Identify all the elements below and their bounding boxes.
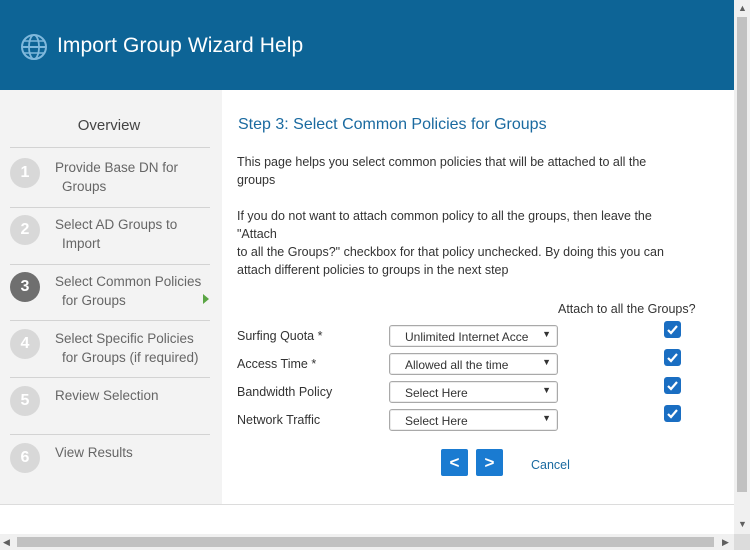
- attach-all-checkbox[interactable]: [664, 405, 681, 422]
- main-content: Step 3: Select Common Policies for Group…: [222, 90, 734, 504]
- policy-row-bandwidth-policy: Bandwidth Policy Select Here ▼: [237, 377, 707, 405]
- horizontal-scrollbar[interactable]: ◀ ▶: [0, 534, 734, 550]
- access-time-select[interactable]: Allowed all the time ▼: [389, 353, 558, 375]
- attach-all-checkbox[interactable]: [664, 321, 681, 338]
- previous-button[interactable]: <: [441, 449, 468, 476]
- policy-label: Surfing Quota *: [237, 329, 323, 343]
- policy-row-network-traffic: Network Traffic Select Here ▼: [237, 405, 707, 433]
- step-select-specific-policies[interactable]: 4 Select Specific Policies for Groups (i…: [10, 319, 210, 375]
- step-view-results[interactable]: 6 View Results: [10, 433, 210, 489]
- overview-link[interactable]: Overview: [0, 117, 218, 134]
- step-number-badge: 5: [10, 386, 40, 416]
- instructions-paragraph: If you do not want to attach common poli…: [237, 209, 664, 277]
- policy-row-surfing-quota: Surfing Quota * Unlimited Internet Acce …: [237, 321, 707, 349]
- dropdown-caret-icon: ▼: [542, 413, 551, 423]
- network-traffic-select[interactable]: Select Here ▼: [389, 409, 558, 431]
- step-number-badge: 1: [10, 158, 40, 188]
- step-review-selection[interactable]: 5 Review Selection: [10, 376, 210, 432]
- next-button[interactable]: >: [476, 449, 503, 476]
- policy-label: Network Traffic: [237, 413, 321, 427]
- scroll-right-arrow-icon[interactable]: ▶: [722, 537, 729, 548]
- step-provide-base-dn[interactable]: 1 Provide Base DN for Groups: [10, 148, 210, 204]
- attach-all-groups-header: Attach to all the Groups?: [558, 302, 696, 316]
- app-header: Import Group Wizard Help: [0, 0, 734, 90]
- scroll-down-arrow-icon[interactable]: ▼: [738, 519, 747, 529]
- step-heading: Step 3: Select Common Policies for Group…: [238, 116, 547, 133]
- step-label: View Results: [55, 445, 133, 460]
- step-select-common-policies[interactable]: 3 Select Common Policies for Groups: [10, 262, 210, 318]
- policy-row-access-time: Access Time * Allowed all the time ▼: [237, 349, 707, 377]
- step-label: Review Selection: [55, 388, 159, 403]
- vertical-scrollbar[interactable]: ▲ ▼: [734, 0, 750, 534]
- footer-divider: [0, 504, 734, 505]
- attach-all-checkbox[interactable]: [664, 349, 681, 366]
- page-title: Import Group Wizard Help: [57, 34, 304, 57]
- scrollbar-corner: [734, 534, 750, 550]
- step-label: Select Common Policies for Groups: [55, 274, 202, 308]
- active-step-arrow-icon: [203, 294, 209, 304]
- policy-label: Bandwidth Policy: [237, 385, 333, 399]
- vertical-scroll-thumb[interactable]: [737, 17, 747, 492]
- step-number-badge: 2: [10, 215, 40, 245]
- horizontal-scroll-thumb[interactable]: [17, 537, 714, 547]
- step-label: Select AD Groups to Import: [55, 217, 178, 251]
- policy-label: Access Time *: [237, 357, 317, 371]
- bandwidth-policy-select[interactable]: Select Here ▼: [389, 381, 558, 403]
- scroll-left-arrow-icon[interactable]: ◀: [3, 537, 10, 548]
- step-label: Select Specific Policies for Groups (if …: [55, 331, 199, 365]
- attach-all-checkbox[interactable]: [664, 377, 681, 394]
- step-select-ad-groups[interactable]: 2 Select AD Groups to Import: [10, 205, 210, 261]
- step-label: Provide Base DN for Groups: [55, 160, 179, 194]
- scroll-up-arrow-icon[interactable]: ▲: [738, 3, 747, 13]
- step-number-badge: 3: [10, 272, 40, 302]
- dropdown-caret-icon: ▼: [542, 329, 551, 339]
- dropdown-caret-icon: ▼: [542, 357, 551, 367]
- step-number-badge: 4: [10, 329, 40, 359]
- globe-icon: [21, 34, 47, 60]
- step-number-badge: 6: [10, 443, 40, 473]
- description-paragraph: This page helps you select common polici…: [237, 155, 647, 187]
- surfing-quota-select[interactable]: Unlimited Internet Acce ▼: [389, 325, 558, 347]
- dropdown-caret-icon: ▼: [542, 385, 551, 395]
- cancel-link[interactable]: Cancel: [531, 458, 570, 472]
- wizard-steps-sidebar: Overview 1 Provide Base DN for Groups 2 …: [0, 90, 222, 504]
